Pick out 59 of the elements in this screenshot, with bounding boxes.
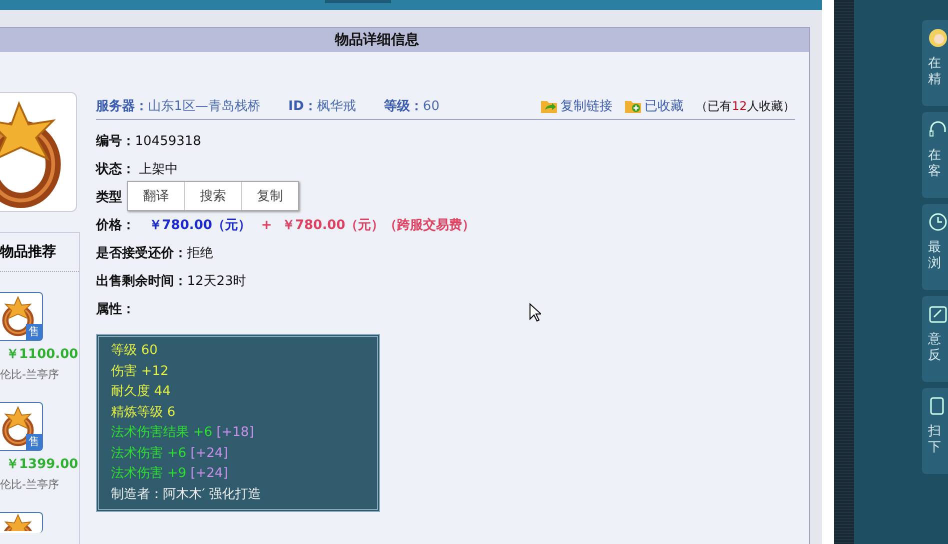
avatar-icon [928,28,948,48]
recommend-title: 物品推荐 [0,243,56,261]
item-thumbnail[interactable] [0,512,43,533]
side-card[interactable]: 扫 下 [922,388,948,474]
side-card-text: 意 [928,332,942,348]
mouse-pointer-icon [529,303,541,322]
attribute-line: 精炼等级 6 [111,404,176,422]
server-field: 服务器：山东1区—青岛栈桥 [96,97,260,115]
field-label: 价格： [96,217,135,234]
id-field: ID：枫华戒 [288,97,356,115]
attribute-line: 耐久度 44 [111,383,172,401]
side-card-text: 在 [928,148,942,164]
seller-name: 伦比-兰亭序 [0,367,60,382]
side-card-text: 精 [928,72,942,88]
attribute-line: 法术伤害 +9 [+24] [111,465,230,483]
detail-field: 编号：10459318 [96,132,202,150]
seller-name: 伦比-兰亭序 [0,477,60,492]
side-card-text: 下 [928,440,942,456]
side-card-text: 客 [928,164,942,180]
folder-arrow-icon [540,99,557,113]
action-link[interactable]: 复制链接 [560,97,613,115]
maker-line: 制造者：阿木木′ 强化打造 [111,486,262,504]
item-price: ￥1100.00 [5,346,79,363]
attribute-line: 法术伤害结果 +6 [+18] [111,424,256,442]
item-thumbnail[interactable]: 售 [0,402,43,451]
attribute-line: 伤害 +12 [111,362,170,380]
item-price: ￥1399.00 [5,456,79,473]
edit-icon [928,304,948,324]
fee-value: ￥780.00（元）（跨服交易费） [282,216,476,234]
side-card-text: 浏 [928,256,942,272]
field-label: 类型 [96,189,122,206]
folder-plus-icon [624,99,641,113]
side-card[interactable]: 最 浏 [922,204,948,290]
menu-item[interactable]: 搜索 [185,182,242,210]
side-card[interactable]: 意 反 [922,296,948,382]
attribute-line: 等级 60 [111,342,159,360]
detail-field: 属性： [96,300,135,318]
panel-title: 物品详细信息 [335,31,419,49]
price-value: ￥780.00（元） [149,217,252,234]
side-card[interactable]: 在 客 [922,112,948,198]
detail-field: 状态： 上架中 [96,160,178,178]
side-card[interactable]: 在 精 [922,20,948,106]
action-link[interactable]: 已收藏 [644,97,684,115]
level-field: 等级：60 [384,97,440,115]
detail-field: 是否接受还价：拒绝 [96,244,213,262]
side-card-text: 在 [928,56,942,72]
side-card-text: 最 [928,240,942,256]
detail-field: 出售剩余时间：12天23时 [96,272,246,290]
menu-item[interactable]: 复制 [242,182,298,210]
clock-icon [928,212,948,232]
side-card-text: 反 [928,348,942,364]
attribute-line: 法术伤害 +6 [+24] [111,444,230,462]
item-thumbnail[interactable]: 售 [0,292,43,341]
menu-item[interactable]: 翻译 [128,182,185,210]
sale-badge: 售 [26,324,42,340]
favorite-count: （已有12人收藏） [696,98,795,114]
side-card-text: 扫 [928,424,942,440]
sale-badge: 售 [26,434,42,450]
plus-sign: + [261,218,272,232]
